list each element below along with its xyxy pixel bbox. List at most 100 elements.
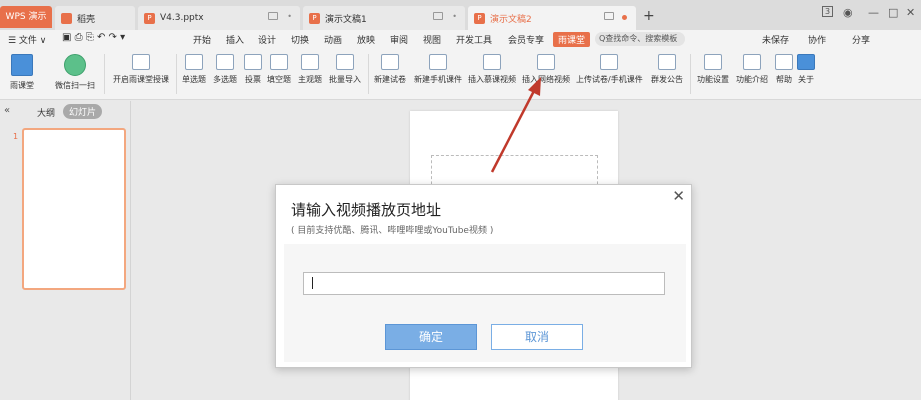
minimize-button[interactable]: — [868,6,879,19]
slide-panel: « 大纲 幻灯片 1 [0,101,131,400]
mass-notice-button[interactable]: 群发公告 [651,54,683,85]
feature-intro-button[interactable]: 功能介绍 [736,54,768,85]
wps-logo[interactable]: WPS 演示 [0,6,52,28]
badge-icon[interactable]: 3 [822,6,834,17]
menu-view[interactable]: 视图 [423,33,441,46]
tab-presentation-2[interactable]: P 演示文稿2 [468,6,636,30]
gear-icon [704,54,722,70]
collaborate-button[interactable]: 协作 [808,33,826,46]
import-icon [336,54,354,70]
menu-developer[interactable]: 开发工具 [456,33,492,46]
monitor-icon [268,12,278,20]
rain-classroom-button[interactable]: 雨课堂 [10,54,34,91]
video-url-dialog: ✕ 请输入视频播放页地址 ( 目前支持优酷、腾讯、哔哩哔哩或YouTube视频 … [275,184,692,368]
unsaved-dot-icon [622,15,627,20]
slide-panel-header: « 大纲 幻灯片 [0,101,131,121]
dot-icon: • [452,12,457,21]
tab-label: 演示文稿2 [490,14,532,25]
monitor-icon [433,12,443,20]
globe-icon [658,54,676,70]
tab-label: V4.3.pptx [160,13,204,23]
about-icon [797,54,815,70]
wechat-icon [64,54,86,76]
tab-label: 稻壳 [77,14,96,25]
multiple-choice-button[interactable]: 多选题 [213,54,237,85]
close-window-button[interactable]: ✕ [906,6,915,19]
unsaved-status[interactable]: 未保存 [762,33,789,46]
tab-slides[interactable]: 幻灯片 [63,104,103,119]
rain-classroom-icon [11,54,33,76]
avatar[interactable]: ◉ [843,6,853,19]
dialog-subtitle: ( 目前支持优酷、腾讯、哔哩哔哩或YouTube视频 ) [291,226,494,236]
dialog-body: 确定 取消 [284,244,686,362]
text-a-icon [270,54,288,70]
menu-transition[interactable]: 切换 [291,33,309,46]
upload-paper-button[interactable]: 上传试卷/手机课件 [576,54,643,85]
menu-insert[interactable]: 插入 [226,33,244,46]
tab-label: 演示文稿1 [325,14,367,25]
slide-thumbnail[interactable] [22,128,126,290]
sun-help-icon [775,54,793,70]
tab-outline[interactable]: 大纲 [37,106,55,119]
menu-file[interactable]: ☰ 文件 ∨ [8,33,46,46]
new-mobile-courseware-button[interactable]: 新建手机课件 [414,54,462,85]
dialog-title: 请输入视频播放页地址 [291,201,442,219]
menu-member[interactable]: 会员专享 [508,33,544,46]
ribbon: 雨课堂 微信扫一扫 开启雨课堂授课 单选题 多选题 投票 填空题 主观题 批量导… [0,48,921,100]
upload-icon [600,54,619,70]
subjective-button[interactable]: 主观题 [298,54,322,85]
settings-button[interactable]: 功能设置 [697,54,729,85]
menu-design[interactable]: 设计 [258,33,276,46]
tab-daoke[interactable]: 稻壳 [55,6,135,30]
menu-slideshow[interactable]: 放映 [357,33,375,46]
ribbon-divider [690,54,691,94]
toolbar-quick-icons[interactable]: ▣ ⎙ ⎘ ↶ ↷ ▾ [62,32,125,43]
fill-blank-button[interactable]: 填空题 [267,54,291,85]
ppt-file-icon: P [474,12,485,24]
single-choice-button[interactable]: 单选题 [182,54,206,85]
slide-number: 1 [13,132,19,141]
paper-icon [381,54,399,70]
tab-v43-pptx[interactable]: P V4.3.pptx • [138,6,300,30]
monitor-icon [604,12,614,20]
menu-rain-classroom[interactable]: 雨课堂 [553,32,591,47]
web-video-icon [537,54,555,70]
insert-web-video-button[interactable]: 插入网络视频 [522,54,570,85]
tab-bar: WPS 演示 稻壳 P V4.3.pptx • P 演示文稿1 • P 演示文稿… [0,0,921,30]
multiple-choice-icon [216,54,234,70]
dot-icon: • [287,12,292,21]
wechat-scan-button[interactable]: 微信扫一扫 [55,54,95,91]
about-button[interactable]: 关于 [797,54,815,85]
ppt-file-icon: P [309,12,320,24]
vote-button[interactable]: 投票 [244,54,262,85]
menu-animation[interactable]: 动画 [324,33,342,46]
ppt-file-icon: P [144,12,155,24]
insert-mooc-video-button[interactable]: 插入慕课视频 [468,54,516,85]
tab-presentation-1[interactable]: P 演示文稿1 • [303,6,465,30]
cancel-button[interactable]: 取消 [491,324,583,350]
collapse-panel-icon[interactable]: « [4,105,10,116]
video-url-input[interactable] [303,272,665,295]
subjective-icon [301,54,319,70]
search-input[interactable]: Q查找命令、搜索模板 [595,32,685,46]
ribbon-divider [176,54,177,94]
batch-import-button[interactable]: 批量导入 [329,54,361,85]
menu-bar: ☰ 文件 ∨ ▣ ⎙ ⎘ ↶ ↷ ▾ 开始 插入 设计 切换 动画 放映 审阅 … [0,30,921,48]
mobile-icon [429,54,447,70]
info-icon [743,54,761,70]
help-button[interactable]: 帮助 [775,54,793,85]
close-icon[interactable]: ✕ [672,187,685,205]
restore-button[interactable]: □ [888,6,898,19]
text-caret [312,277,313,289]
menu-start[interactable]: 开始 [193,33,211,46]
ribbon-divider [104,54,105,94]
menu-review[interactable]: 审阅 [390,33,408,46]
film-icon [483,54,501,70]
new-tab-button[interactable]: + [643,8,655,24]
new-paper-button[interactable]: 新建试卷 [374,54,406,85]
ok-button[interactable]: 确定 [385,324,477,350]
bar-chart-icon [244,54,262,70]
share-button[interactable]: 分享 [852,33,870,46]
ribbon-divider [368,54,369,94]
start-lecture-button[interactable]: 开启雨课堂授课 [113,54,169,85]
